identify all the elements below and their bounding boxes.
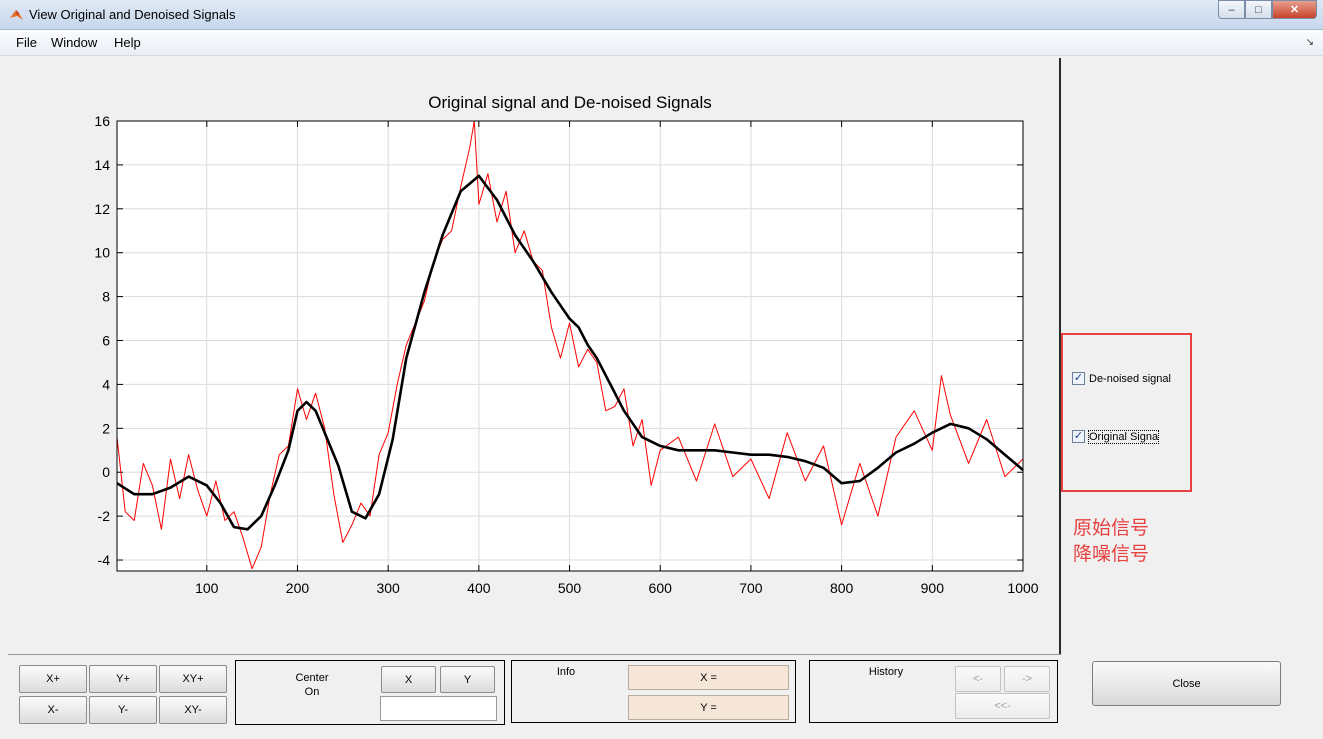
x-readout: X = — [628, 665, 789, 690]
center-y-button[interactable]: Y — [440, 666, 495, 693]
x-tick-label: 300 — [376, 580, 400, 596]
annotation-denoised: 降噪信号 — [1073, 544, 1150, 565]
y-tick-label: 8 — [102, 289, 110, 305]
center-x-button[interactable]: X — [381, 666, 436, 693]
dock-icon[interactable]: ↘ — [1306, 37, 1314, 48]
minimize-button[interactable]: – — [1218, 0, 1245, 19]
denoised-label: De-noised signal — [1089, 372, 1171, 385]
annotation-original: 原始信号 — [1073, 518, 1150, 539]
y-readout: Y = — [628, 695, 789, 720]
history-back-button[interactable]: <- — [955, 666, 1001, 692]
info-label: Info — [556, 666, 576, 678]
x-tick-label: 900 — [921, 580, 945, 596]
zoom-x-minus-button[interactable]: X- — [19, 696, 87, 724]
y-tick-label: 2 — [102, 420, 110, 436]
y-tick-label: -4 — [98, 552, 111, 568]
x-tick-label: 100 — [195, 580, 219, 596]
original-label: Original Signa — [1087, 429, 1160, 444]
y-tick-label: 4 — [102, 376, 110, 392]
y-tick-label: 12 — [94, 201, 110, 217]
bottom-separator — [8, 654, 1061, 655]
y-tick-label: -2 — [98, 508, 111, 524]
close-button[interactable]: Close — [1092, 661, 1281, 706]
y-tick-label: 0 — [102, 464, 110, 480]
y-tick-label: 14 — [94, 157, 110, 173]
x-tick-label: 1000 — [1007, 580, 1038, 596]
legend-panel: ✓ De-noised signal ✓ Original Signa — [1061, 333, 1192, 492]
close-window-button[interactable]: ✕ — [1272, 0, 1317, 19]
x-tick-label: 600 — [649, 580, 673, 596]
zoom-xy-minus-button[interactable]: XY- — [159, 696, 227, 724]
denoised-toggle[interactable]: ✓ De-noised signal — [1072, 372, 1171, 385]
x-tick-label: 200 — [286, 580, 310, 596]
zoom-y-minus-button[interactable]: Y- — [89, 696, 157, 724]
history-forward-button[interactable]: -> — [1004, 666, 1050, 692]
x-tick-label: 800 — [830, 580, 854, 596]
y-tick-label: 6 — [102, 333, 110, 349]
x-tick-label: 400 — [467, 580, 491, 596]
center-label: Center — [295, 672, 329, 684]
zoom-xy-plus-button[interactable]: XY+ — [159, 665, 227, 693]
y-tick-label: 16 — [94, 113, 110, 129]
x-tick-label: 500 — [558, 580, 582, 596]
history-label: History — [868, 666, 904, 678]
y-tick-label: 10 — [94, 245, 110, 261]
signal-plot[interactable]: 100 200 300 400 500 600 700 800 900 1000 -4 -2 0 2 4 6 8… — [0, 0, 1060, 610]
original-toggle[interactable]: ✓ Original Signa — [1072, 429, 1160, 444]
zoom-x-plus-button[interactable]: X+ — [19, 665, 87, 693]
original-checkbox[interactable]: ✓ — [1072, 430, 1085, 443]
zoom-y-plus-button[interactable]: Y+ — [89, 665, 157, 693]
center-value-input[interactable] — [380, 696, 497, 721]
x-tick-label: 700 — [739, 580, 763, 596]
on-label: On — [304, 686, 320, 698]
history-first-button[interactable]: <<- — [955, 693, 1050, 719]
denoised-checkbox[interactable]: ✓ — [1072, 372, 1085, 385]
maximize-button[interactable]: □ — [1245, 0, 1272, 19]
